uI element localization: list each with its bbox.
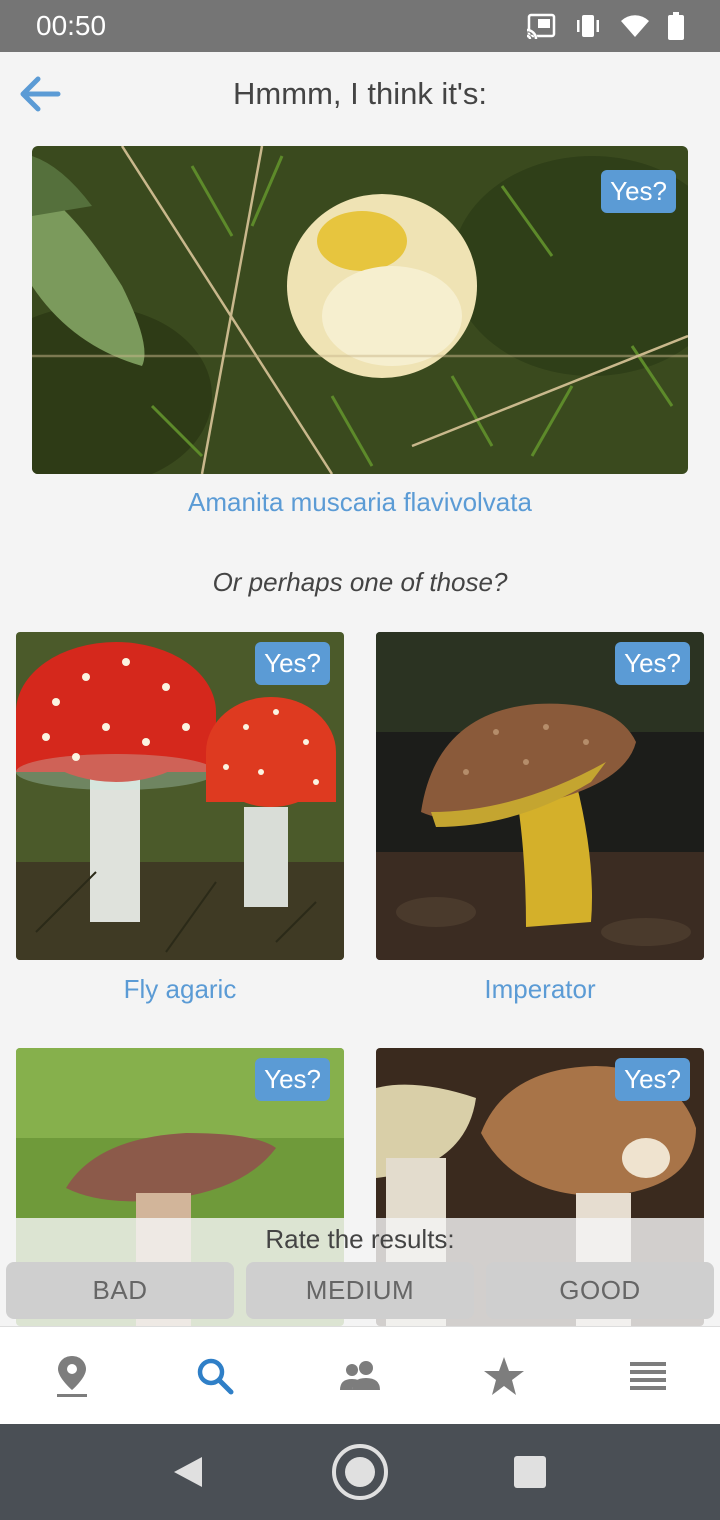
menu-icon	[630, 1362, 666, 1390]
rate-bad-button[interactable]: BAD	[6, 1262, 234, 1319]
recents-square-icon[interactable]	[513, 1455, 547, 1489]
nav-search[interactable]	[190, 1351, 240, 1401]
people-icon	[340, 1361, 380, 1390]
nav-favorites[interactable]	[479, 1351, 529, 1401]
back-triangle-icon[interactable]	[170, 1454, 206, 1490]
rate-medium-button[interactable]: MEDIUM	[246, 1262, 474, 1319]
bottom-nav	[0, 1326, 720, 1424]
wifi-icon	[621, 15, 649, 38]
star-icon	[484, 1357, 524, 1395]
status-icons	[526, 12, 684, 40]
header: Hmmm, I think it's:	[0, 52, 720, 140]
search-icon	[197, 1358, 234, 1395]
alternative-name-2[interactable]: Imperator	[376, 974, 704, 1005]
yes-button[interactable]: Yes?	[255, 1058, 330, 1101]
page-title: Hmmm, I think it's:	[233, 76, 487, 111]
mushroom-photo-main	[32, 146, 688, 474]
system-nav-bar	[0, 1424, 720, 1520]
cast-icon	[526, 13, 556, 39]
vibrate-icon	[577, 15, 599, 37]
home-circle-icon[interactable]	[330, 1442, 390, 1502]
battery-icon	[668, 12, 684, 40]
yes-button[interactable]: Yes?	[615, 642, 690, 685]
yes-button[interactable]: Yes?	[601, 170, 676, 213]
rate-good-button[interactable]: GOOD	[486, 1262, 714, 1319]
main-result-name[interactable]: Amanita muscaria flavivolvata	[0, 487, 720, 518]
location-pin-icon	[57, 1356, 87, 1397]
rating-panel: Rate the results: BAD MEDIUM GOOD	[0, 1218, 720, 1326]
main-result-photo[interactable]: Yes?	[32, 146, 688, 474]
alternative-photo-1[interactable]: Yes?	[16, 632, 344, 960]
nav-community[interactable]	[335, 1351, 385, 1401]
alternative-photo-2[interactable]: Yes?	[376, 632, 704, 960]
status-bar: 00:50	[0, 0, 720, 52]
yes-button[interactable]: Yes?	[615, 1058, 690, 1101]
alternatives-prompt: Or perhaps one of those?	[212, 567, 508, 597]
status-time: 00:50	[36, 10, 107, 41]
yes-button[interactable]: Yes?	[255, 642, 330, 685]
nav-menu[interactable]	[623, 1351, 673, 1401]
alternative-name-1[interactable]: Fly agaric	[16, 974, 344, 1005]
rating-title: Rate the results:	[265, 1224, 455, 1254]
nav-map[interactable]	[47, 1351, 97, 1401]
